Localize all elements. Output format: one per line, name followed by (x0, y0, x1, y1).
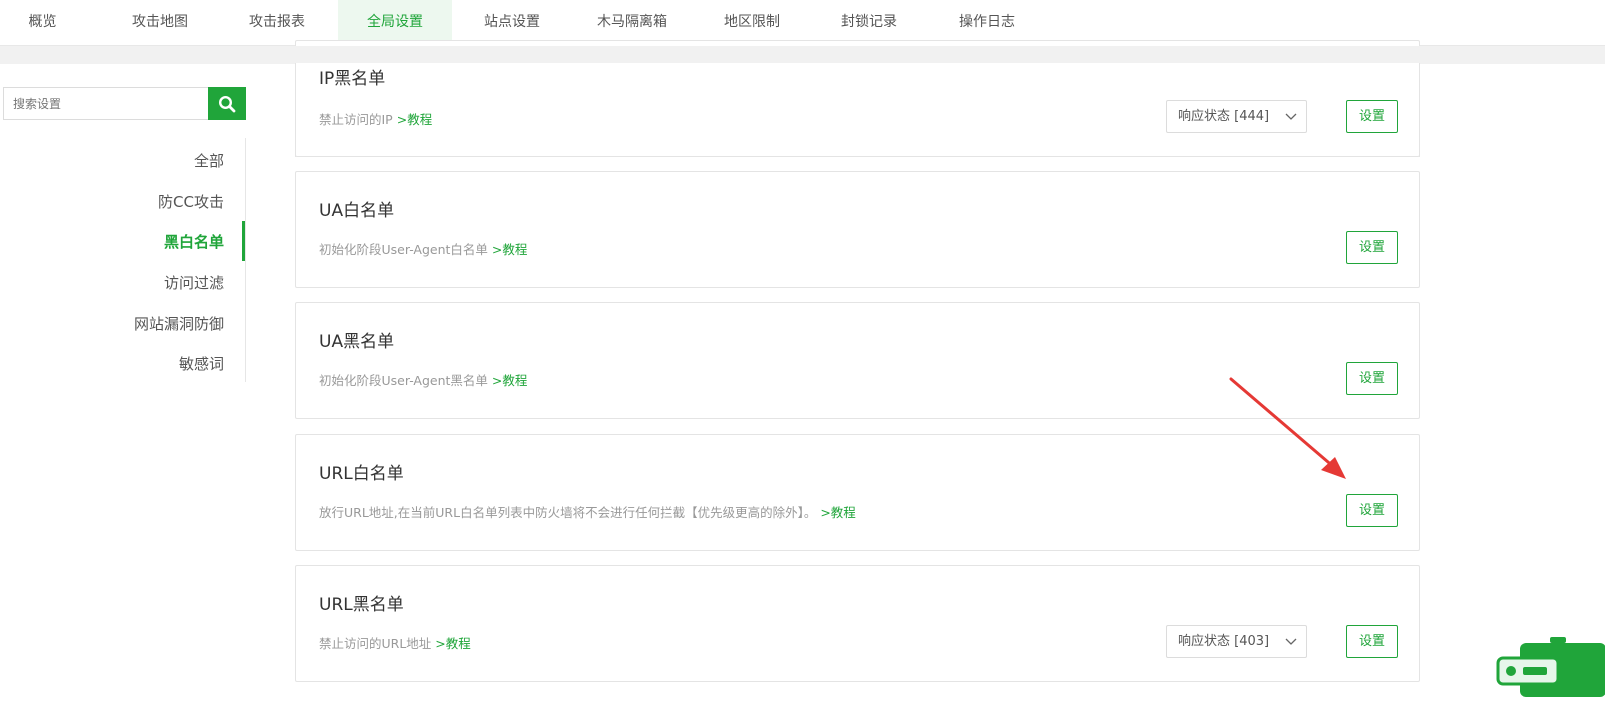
card-description: 禁止访问的IP >教程 (319, 109, 432, 128)
sidebar-item-sensitive-words[interactable]: 敏感词 (179, 353, 224, 374)
response-status-value: 响应状态 [444] (1178, 109, 1270, 124)
card-title: URL黑名单 (319, 595, 404, 615)
response-status-value: 响应状态 [403] (1178, 634, 1270, 649)
sidebar-item-black-white-list[interactable]: 黑白名单 (164, 231, 224, 252)
settings-button[interactable]: 设置 (1346, 494, 1398, 527)
search-input[interactable] (3, 87, 209, 120)
sidebar-item-anti-cc[interactable]: 防CC攻击 (158, 191, 224, 212)
sidebar-divider (245, 138, 246, 382)
card-description: 放行URL地址,在当前URL白名单列表中防火墙将不会进行任何拦截【优先级更高的除… (319, 502, 856, 521)
tab-overview[interactable]: 概览 (0, 0, 85, 46)
search-icon (218, 95, 236, 112)
card-right-border (1419, 63, 1420, 157)
card-description-text: 初始化阶段User-Agent白名单 (319, 242, 488, 257)
tutorial-link[interactable]: >教程 (492, 242, 527, 257)
card-ip-blacklist-title: IP黑名单 (319, 69, 386, 89)
tutorial-link[interactable]: >教程 (435, 636, 470, 651)
tab-attack-map[interactable]: 攻击地图 (103, 0, 217, 46)
chevron-down-icon (1285, 101, 1297, 132)
response-status-select[interactable]: 响应状态 [444] (1166, 100, 1307, 133)
tutorial-link[interactable]: >教程 (820, 505, 855, 520)
card-title: URL白名单 (319, 464, 404, 484)
sidebar-active-indicator (242, 221, 245, 261)
tutorial-link[interactable]: >教程 (397, 112, 432, 127)
card-description-text: 放行URL地址,在当前URL白名单列表中防火墙将不会进行任何拦截【优先级更高的除… (319, 505, 817, 520)
card-description: 初始化阶段User-Agent白名单 >教程 (319, 239, 527, 258)
card-description-text: 初始化阶段User-Agent黑名单 (319, 373, 488, 388)
card-description: 初始化阶段User-Agent黑名单 >教程 (319, 370, 527, 389)
annotation-arrow-icon (1229, 377, 1346, 479)
tutorial-link[interactable]: >教程 (492, 373, 527, 388)
card-title: UA白名单 (319, 201, 395, 221)
card-title: UA黑名单 (319, 332, 395, 352)
chevron-down-icon (1285, 626, 1297, 657)
card-url-blacklist: URL黑名单 禁止访问的URL地址 >教程 响应状态 [403] 设置 (295, 565, 1420, 682)
settings-button[interactable]: 设置 (1346, 100, 1398, 133)
header-overlay (0, 46, 1605, 64)
sidebar-item-all[interactable]: 全部 (194, 150, 224, 171)
sidebar-item-vuln-defense[interactable]: 网站漏洞防御 (134, 313, 224, 334)
sidebar-item-access-filter[interactable]: 访问过滤 (164, 272, 224, 293)
card-top-cover (295, 63, 1420, 64)
feedback-widget[interactable] (1492, 634, 1605, 697)
feedback-icon (1496, 637, 1605, 697)
card-left-border (295, 63, 296, 157)
settings-button[interactable]: 设置 (1346, 231, 1398, 264)
response-status-select[interactable]: 响应状态 [403] (1166, 625, 1307, 658)
search-button[interactable] (208, 87, 246, 120)
card-description-text: 禁止访问的URL地址 (319, 636, 432, 651)
settings-button[interactable]: 设置 (1346, 625, 1398, 658)
card-description-text: 禁止访问的IP (319, 112, 393, 127)
card-ua-whitelist: UA白名单 初始化阶段User-Agent白名单 >教程 设置 (295, 171, 1420, 288)
card-description: 禁止访问的URL地址 >教程 (319, 633, 471, 652)
